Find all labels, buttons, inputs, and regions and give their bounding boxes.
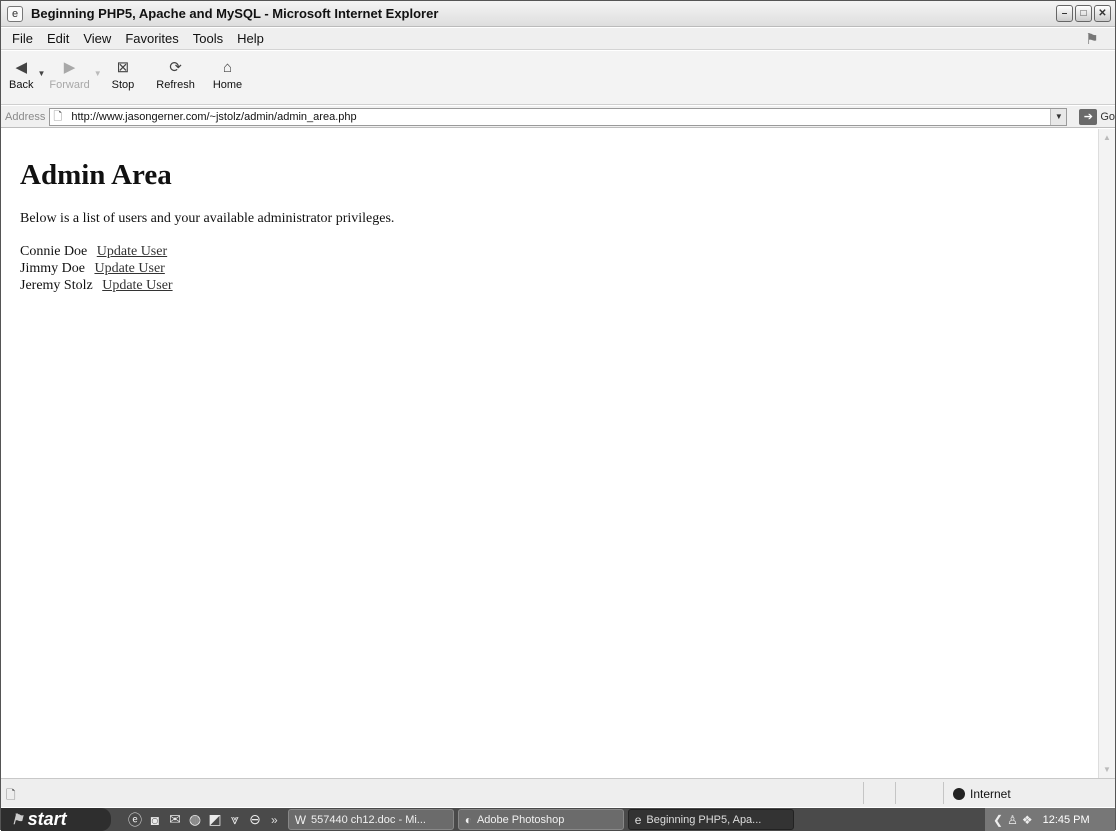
refresh-label: Refresh bbox=[156, 79, 195, 91]
windows-flag-icon: ⚑ bbox=[11, 811, 24, 827]
quick-launch: ⓔ ◙ ✉ ◍ ◩ ⩔ ⊖ bbox=[125, 810, 265, 830]
menu-tools[interactable]: Tools bbox=[186, 31, 230, 46]
menu-edit[interactable]: Edit bbox=[40, 31, 76, 46]
refresh-icon: ⟳ bbox=[169, 59, 182, 76]
toolbar: ◀ Back ▼ ▶ Forward ▼ ⊠ Stop ⟳ Refresh ⌂ … bbox=[1, 51, 1115, 105]
address-label: Address bbox=[5, 110, 46, 123]
status-divider bbox=[863, 782, 864, 804]
tray-network-icon[interactable]: ♙ bbox=[1007, 813, 1018, 827]
go-arrow-icon: ➔ bbox=[1079, 108, 1098, 125]
quick-launch-app-icon[interactable]: ◩ bbox=[205, 811, 225, 828]
task-label: Adobe Photoshop bbox=[476, 813, 565, 826]
user-row: Jimmy Doe Update User bbox=[20, 260, 394, 277]
word-icon: W bbox=[294, 812, 307, 827]
taskbar-item-word[interactable]: W 557440 ch12.doc - Mi... bbox=[287, 809, 454, 830]
page-content: Admin Area Below is a list of users and … bbox=[20, 159, 394, 294]
zone-label: Internet bbox=[970, 787, 1011, 801]
taskbar: ⚑ start ⓔ ◙ ✉ ◍ ◩ ⩔ ⊖ » W 557440 ch12.do… bbox=[1, 808, 1115, 831]
system-tray: ❮ ♙ ❖ 12:45 PM bbox=[985, 808, 1115, 831]
scroll-down-icon[interactable]: ▼ bbox=[1099, 761, 1115, 778]
page-viewport: Admin Area Below is a list of users and … bbox=[1, 129, 1115, 778]
page-icon: 🗋 bbox=[53, 110, 63, 123]
user-name: Jimmy Doe bbox=[20, 261, 85, 276]
status-bar: 🗋 Internet bbox=[1, 778, 1115, 807]
address-url[interactable]: http://www.jasongerner.com/~jstolz/admin… bbox=[71, 111, 356, 123]
back-arrow-icon: ◀ bbox=[15, 59, 27, 76]
menu-help[interactable]: Help bbox=[230, 31, 271, 46]
vertical-scrollbar[interactable]: ▲ ▼ bbox=[1098, 129, 1115, 778]
quick-launch-desktop-icon[interactable]: ◙ bbox=[145, 812, 165, 828]
quick-launch-mail-icon[interactable]: ✉ bbox=[165, 811, 185, 828]
task-label: Beginning PHP5, Apa... bbox=[646, 813, 762, 826]
forward-dropdown-icon[interactable]: ▼ bbox=[94, 69, 102, 78]
status-divider bbox=[943, 782, 944, 804]
tray-app-icon[interactable]: ❖ bbox=[1022, 813, 1033, 827]
stop-icon: ⊠ bbox=[116, 59, 130, 76]
status-divider bbox=[895, 782, 896, 804]
window-title: Beginning PHP5, Apache and MySQL - Micro… bbox=[31, 6, 439, 21]
ie-icon: e bbox=[634, 812, 642, 827]
home-icon: ⌂ bbox=[222, 58, 233, 76]
address-input[interactable]: 🗋 http://www.jasongerner.com/~jstolz/adm… bbox=[49, 107, 1068, 126]
status-page-icon: 🗋 bbox=[6, 788, 16, 802]
stop-button[interactable]: ⊠ Stop bbox=[112, 57, 135, 91]
address-dropdown-icon[interactable]: ▼ bbox=[1050, 108, 1067, 125]
quick-launch-app-icon[interactable]: ◍ bbox=[185, 811, 205, 828]
security-zone: Internet bbox=[953, 787, 1011, 801]
quick-launch-ie-icon[interactable]: ⓔ bbox=[125, 810, 145, 830]
user-name: Connie Doe bbox=[20, 244, 88, 259]
title-bar: e Beginning PHP5, Apache and MySQL - Mic… bbox=[1, 1, 1115, 27]
update-user-link[interactable]: Update User bbox=[102, 278, 172, 293]
user-row: Jeremy Stolz Update User bbox=[20, 277, 394, 294]
chevron-icon[interactable]: » bbox=[271, 813, 278, 827]
scroll-up-icon[interactable]: ▲ bbox=[1099, 129, 1115, 146]
page-title: Admin Area bbox=[20, 159, 172, 191]
window-controls: – □ ✕ bbox=[1056, 5, 1111, 22]
photoshop-icon: ◐ bbox=[464, 812, 472, 827]
close-button[interactable]: ✕ bbox=[1094, 5, 1111, 22]
menu-view[interactable]: View bbox=[76, 31, 118, 46]
home-button[interactable]: ⌂ Home bbox=[212, 57, 243, 92]
taskbar-item-photoshop[interactable]: ◐ Adobe Photoshop bbox=[457, 809, 624, 830]
windows-flag-icon: ⚑ bbox=[1085, 31, 1099, 48]
update-user-link[interactable]: Update User bbox=[97, 244, 167, 259]
stop-label: Stop bbox=[111, 79, 135, 91]
maximize-button[interactable]: □ bbox=[1075, 5, 1092, 22]
menu-bar: File Edit View Favorites Tools Help ⚑ bbox=[1, 28, 1115, 50]
go-label: Go bbox=[1100, 110, 1115, 123]
user-name: Jeremy Stolz bbox=[20, 278, 93, 293]
tray-arrow-icon[interactable]: ❮ bbox=[993, 813, 1003, 827]
minimize-button[interactable]: – bbox=[1056, 5, 1073, 22]
forward-arrow-icon: ▶ bbox=[63, 59, 76, 76]
menu-file[interactable]: File bbox=[5, 31, 40, 46]
go-button[interactable]: ➔ Go bbox=[1079, 108, 1115, 125]
refresh-button[interactable]: ⟳ Refresh bbox=[156, 57, 195, 91]
clock[interactable]: 12:45 PM bbox=[1043, 814, 1090, 826]
ie-icon: e bbox=[7, 5, 23, 22]
browser-window: e Beginning PHP5, Apache and MySQL - Mic… bbox=[0, 0, 1116, 831]
quick-launch-app-icon[interactable]: ⩔ bbox=[225, 811, 245, 828]
update-user-link[interactable]: Update User bbox=[94, 261, 164, 276]
back-dropdown-icon[interactable]: ▼ bbox=[37, 69, 45, 78]
start-button[interactable]: ⚑ start bbox=[1, 808, 111, 831]
intro-text: Below is a list of users and your availa… bbox=[20, 211, 395, 226]
user-row: Connie Doe Update User bbox=[20, 243, 394, 260]
back-button[interactable]: ◀ Back bbox=[9, 57, 33, 91]
menu-favorites[interactable]: Favorites bbox=[118, 31, 185, 46]
quick-launch-app-icon[interactable]: ⊖ bbox=[245, 811, 265, 828]
forward-button[interactable]: ▶ Forward bbox=[49, 57, 89, 91]
taskbar-item-ie[interactable]: e Beginning PHP5, Apa... bbox=[627, 809, 794, 830]
task-label: 557440 ch12.doc - Mi... bbox=[311, 813, 426, 826]
address-bar: Address 🗋 http://www.jasongerner.com/~js… bbox=[1, 106, 1115, 128]
back-label: Back bbox=[9, 79, 34, 91]
forward-label: Forward bbox=[49, 79, 90, 91]
home-label: Home bbox=[212, 79, 243, 91]
globe-icon bbox=[953, 788, 965, 800]
start-label: start bbox=[27, 809, 67, 829]
